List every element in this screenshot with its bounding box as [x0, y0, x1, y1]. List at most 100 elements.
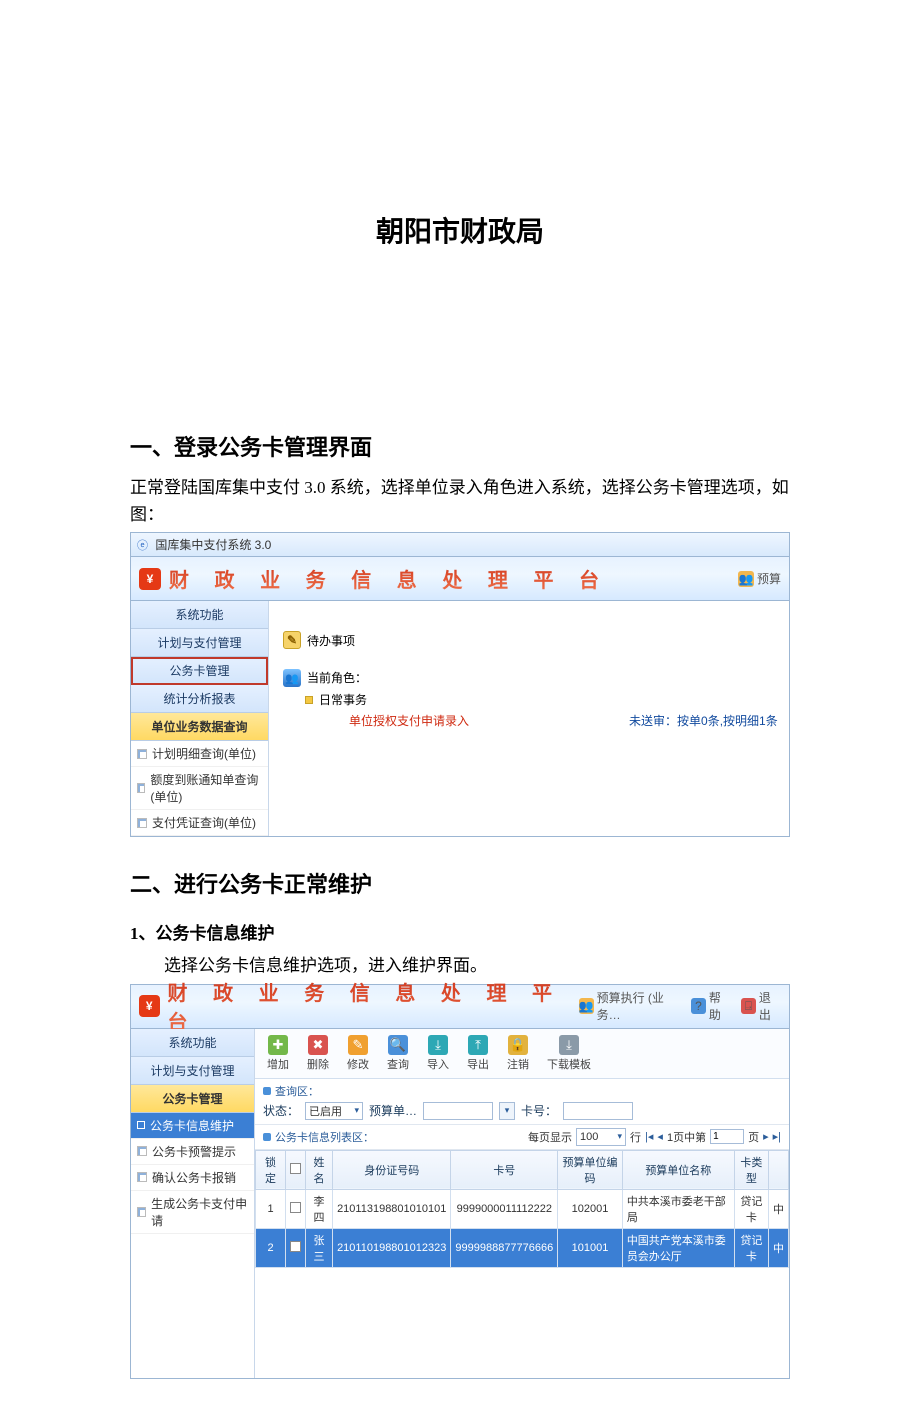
ie-icon: ⓔ	[137, 540, 148, 552]
pager: 每页显示 100 ▾ 行 |◂ ◂ 1页中第 页 ▸ ▸|	[528, 1128, 781, 1146]
nav-sub-item[interactable]: 计划明细查询(单位)	[131, 741, 268, 767]
bullet-icon	[137, 818, 147, 828]
nav-sub-item[interactable]: 公务卡信息维护	[131, 1113, 254, 1139]
banner-help-label: 帮助	[709, 989, 731, 1023]
col-header[interactable]: 锁定	[256, 1150, 286, 1189]
toolbar-label: 增加	[267, 1056, 289, 1072]
task-link-red[interactable]: 单位授权支付申请录入	[349, 712, 469, 729]
col-header[interactable]: 姓名	[306, 1150, 333, 1189]
app1-title-text: 国库集中支付系统 3.0	[155, 538, 271, 552]
nav-sub-item[interactable]: 公务卡预警提示	[131, 1139, 254, 1165]
nav-item[interactable]: 计划与支付管理	[131, 629, 268, 657]
toolbar-label: 查询	[387, 1056, 409, 1072]
banner-help-button[interactable]: ? 帮助	[691, 989, 731, 1023]
checkbox[interactable]	[290, 1202, 301, 1213]
banner-exit-button[interactable]: ⍈ 退出	[741, 989, 781, 1023]
bullet-icon	[137, 1207, 146, 1217]
rows-label: 行	[630, 1129, 641, 1145]
bullet-icon	[137, 1172, 147, 1182]
per-page-select[interactable]: 100 ▾	[576, 1128, 626, 1146]
card-no-input[interactable]	[563, 1102, 633, 1120]
app2-nav: 系统功能计划与支付管理公务卡管理 公务卡信息维护公务卡预警提示确认公务卡报销生成…	[131, 1029, 255, 1378]
section2-1-heading: 1、公务卡信息维护	[130, 919, 790, 944]
filter-area: 查询区： 状态： 已启用 ▾ 预算单… ▾ 卡号：	[255, 1079, 789, 1125]
nav-sub-item[interactable]: 额度到账通知单查询(单位)	[131, 767, 268, 810]
role-icon: 👥	[283, 669, 301, 687]
table-row[interactable]: 2张三2101101988010123239999988877776666101…	[256, 1228, 789, 1267]
section1-heading: 一、登录公务卡管理界面	[130, 430, 790, 462]
toolbar-导入-button[interactable]: ⤓导入	[421, 1033, 455, 1074]
section2-1-paragraph: 选择公务卡信息维护选项，进入维护界面。	[130, 952, 790, 979]
checkbox[interactable]	[290, 1241, 301, 1252]
banner-budget-exec-button[interactable]: 👥 预算执行 (业务…	[579, 989, 681, 1023]
col-header[interactable]: 预算单位编码	[558, 1150, 623, 1189]
nav-item[interactable]: 统计分析报表	[131, 685, 268, 713]
section-dot-icon	[263, 1133, 271, 1141]
nav-item[interactable]: 公务卡管理	[131, 1085, 254, 1113]
bullet-icon	[137, 1146, 147, 1156]
col-header[interactable]	[286, 1150, 306, 1189]
app1-titlebar: ⓔ 国库集中支付系统 3.0	[131, 533, 789, 557]
toolbar-查询-button[interactable]: 🔍查询	[381, 1033, 415, 1074]
page-first-button[interactable]: |◂	[645, 1130, 653, 1143]
banner-budget-exec-label: 预算执行 (业务…	[597, 989, 682, 1023]
section-dot-icon	[263, 1087, 271, 1095]
toolbar-修改-button[interactable]: ✎修改	[341, 1033, 375, 1074]
page-of-label-2: 页	[748, 1129, 759, 1145]
nav-sub-item[interactable]: 支付凭证查询(单位)	[131, 810, 268, 836]
nav-sub-item[interactable]: 生成公务卡支付申请	[131, 1191, 254, 1234]
nav-item[interactable]: 系统功能	[131, 1029, 254, 1057]
toolbar-删除-button[interactable]: ✖删除	[301, 1033, 335, 1074]
toolbar-icon: ✎	[348, 1035, 368, 1055]
app1-banner-budget-button[interactable]: 👥 预算	[738, 570, 781, 587]
page-last-button[interactable]: ▸|	[773, 1130, 781, 1143]
toolbar-增加-button[interactable]: ✚增加	[261, 1033, 295, 1074]
col-header[interactable]: 身份证号码	[333, 1150, 451, 1189]
table-row[interactable]: 1李四2101131988010101019999000011112222102…	[256, 1189, 789, 1228]
nav-item[interactable]: 计划与支付管理	[131, 1057, 254, 1085]
bullet-icon	[137, 783, 145, 793]
col-header[interactable]: 卡号	[451, 1150, 558, 1189]
pending-label: 待办事项	[307, 632, 355, 649]
role-task: 日常事务	[319, 691, 367, 708]
grid-empty-area	[255, 1268, 789, 1378]
col-header[interactable]	[768, 1150, 788, 1189]
pending-icon: ✎	[283, 631, 301, 649]
app1-banner: ¥ 财 政 业 务 信 息 处 理 平 台 👥 预算	[131, 557, 789, 601]
role-label: 当前角色：	[307, 669, 367, 687]
budget-unit-label: 预算单…	[369, 1102, 417, 1119]
task-link-blue[interactable]: 未送审：按单0条,按明细1条	[629, 712, 778, 729]
state-select-value: 已启用	[309, 1103, 342, 1119]
state-label: 状态：	[263, 1102, 299, 1119]
nav-item[interactable]: 单位业务数据查询	[131, 713, 268, 741]
budget-unit-picker-button[interactable]: ▾	[499, 1102, 515, 1120]
bullet-icon	[137, 749, 147, 759]
budget-unit-input[interactable]	[423, 1102, 493, 1120]
toolbar-导出-button[interactable]: ⤒导出	[461, 1033, 495, 1074]
toolbar-下载模板-button[interactable]: ⤓下载模板	[541, 1033, 597, 1074]
page-current-input[interactable]	[710, 1129, 744, 1144]
app1-window: ⓔ 国库集中支付系统 3.0 ¥ 财 政 业 务 信 息 处 理 平 台 👥 预…	[130, 532, 790, 837]
toolbar-label: 导出	[467, 1056, 489, 1072]
page-prev-button[interactable]: ◂	[657, 1130, 663, 1143]
toolbar-注销-button[interactable]: 🔒注销	[501, 1033, 535, 1074]
toolbar-icon: ✚	[268, 1035, 288, 1055]
toolbar-label: 修改	[347, 1056, 369, 1072]
app2-window: ¥ 财 政 业 务 信 息 处 理 平 台 👥 预算执行 (业务… ? 帮助 ⍈…	[130, 984, 790, 1379]
app1-banner-budget-label: 预算	[757, 570, 781, 587]
nav-item[interactable]: 公务卡管理	[131, 657, 268, 685]
chevron-down-icon: ▾	[354, 1105, 359, 1116]
page-next-button[interactable]: ▸	[763, 1130, 769, 1143]
app1-banner-text: 财 政 业 务 信 息 处 理 平 台	[169, 564, 609, 593]
section2-heading: 二、进行公务卡正常维护	[130, 867, 790, 899]
nav-item[interactable]: 系统功能	[131, 601, 268, 629]
checkbox[interactable]	[290, 1163, 301, 1174]
col-header[interactable]: 预算单位名称	[622, 1150, 734, 1189]
state-select[interactable]: 已启用 ▾	[305, 1102, 363, 1120]
nav-sub-item[interactable]: 确认公务卡报销	[131, 1165, 254, 1191]
section1-paragraph: 正常登陆国库集中支付 3.0 系统，选择单位录入角色进入系统，选择公务卡管理选项…	[130, 474, 790, 528]
filter-area-title: 查询区：	[275, 1083, 319, 1099]
toolbar-icon: 🔍	[388, 1035, 408, 1055]
col-header[interactable]: 卡类型	[734, 1150, 768, 1189]
toolbar-icon: 🔒	[508, 1035, 528, 1055]
